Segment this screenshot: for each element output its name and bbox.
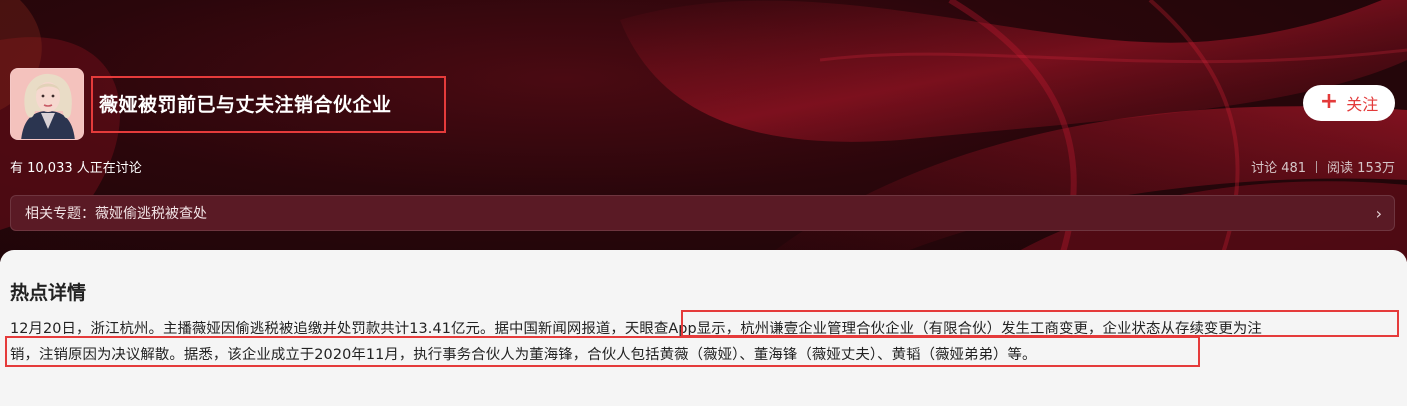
- plus-icon: +: [1319, 89, 1339, 114]
- comment-count: 讨论 481: [1251, 161, 1307, 176]
- follow-button[interactable]: + 关注: [1303, 85, 1395, 121]
- text-highlight-box-1: [681, 310, 1399, 337]
- chevron-right-icon: ›: [1375, 203, 1382, 223]
- follow-label: 关注: [1346, 95, 1379, 114]
- topic-stats: 讨论 481 阅读 153万: [1251, 157, 1395, 176]
- stats-divider: [1316, 160, 1318, 173]
- related-topic-link[interactable]: 相关专题：薇娅偷逃税被查处 ›: [10, 195, 1395, 231]
- topic-hero: 薇娅被罚前已与丈夫注销合伙企业 + 关注 有 10,033 人正在讨论 讨论 4…: [0, 0, 1407, 262]
- topic-title: 薇娅被罚前已与丈夫注销合伙企业: [99, 94, 392, 116]
- related-topic-label: 相关专题：薇娅偷逃税被查处: [25, 206, 207, 222]
- read-count: 阅读 153万: [1327, 161, 1395, 176]
- topic-avatar: [10, 68, 84, 140]
- details-heading: 热点详情: [10, 282, 87, 304]
- discussion-count: 有 10,033 人正在讨论: [10, 161, 142, 176]
- text-highlight-box-2: [5, 336, 1200, 367]
- hot-topic-page: 薇娅被罚前已与丈夫注销合伙企业 + 关注 有 10,033 人正在讨论 讨论 4…: [0, 0, 1407, 406]
